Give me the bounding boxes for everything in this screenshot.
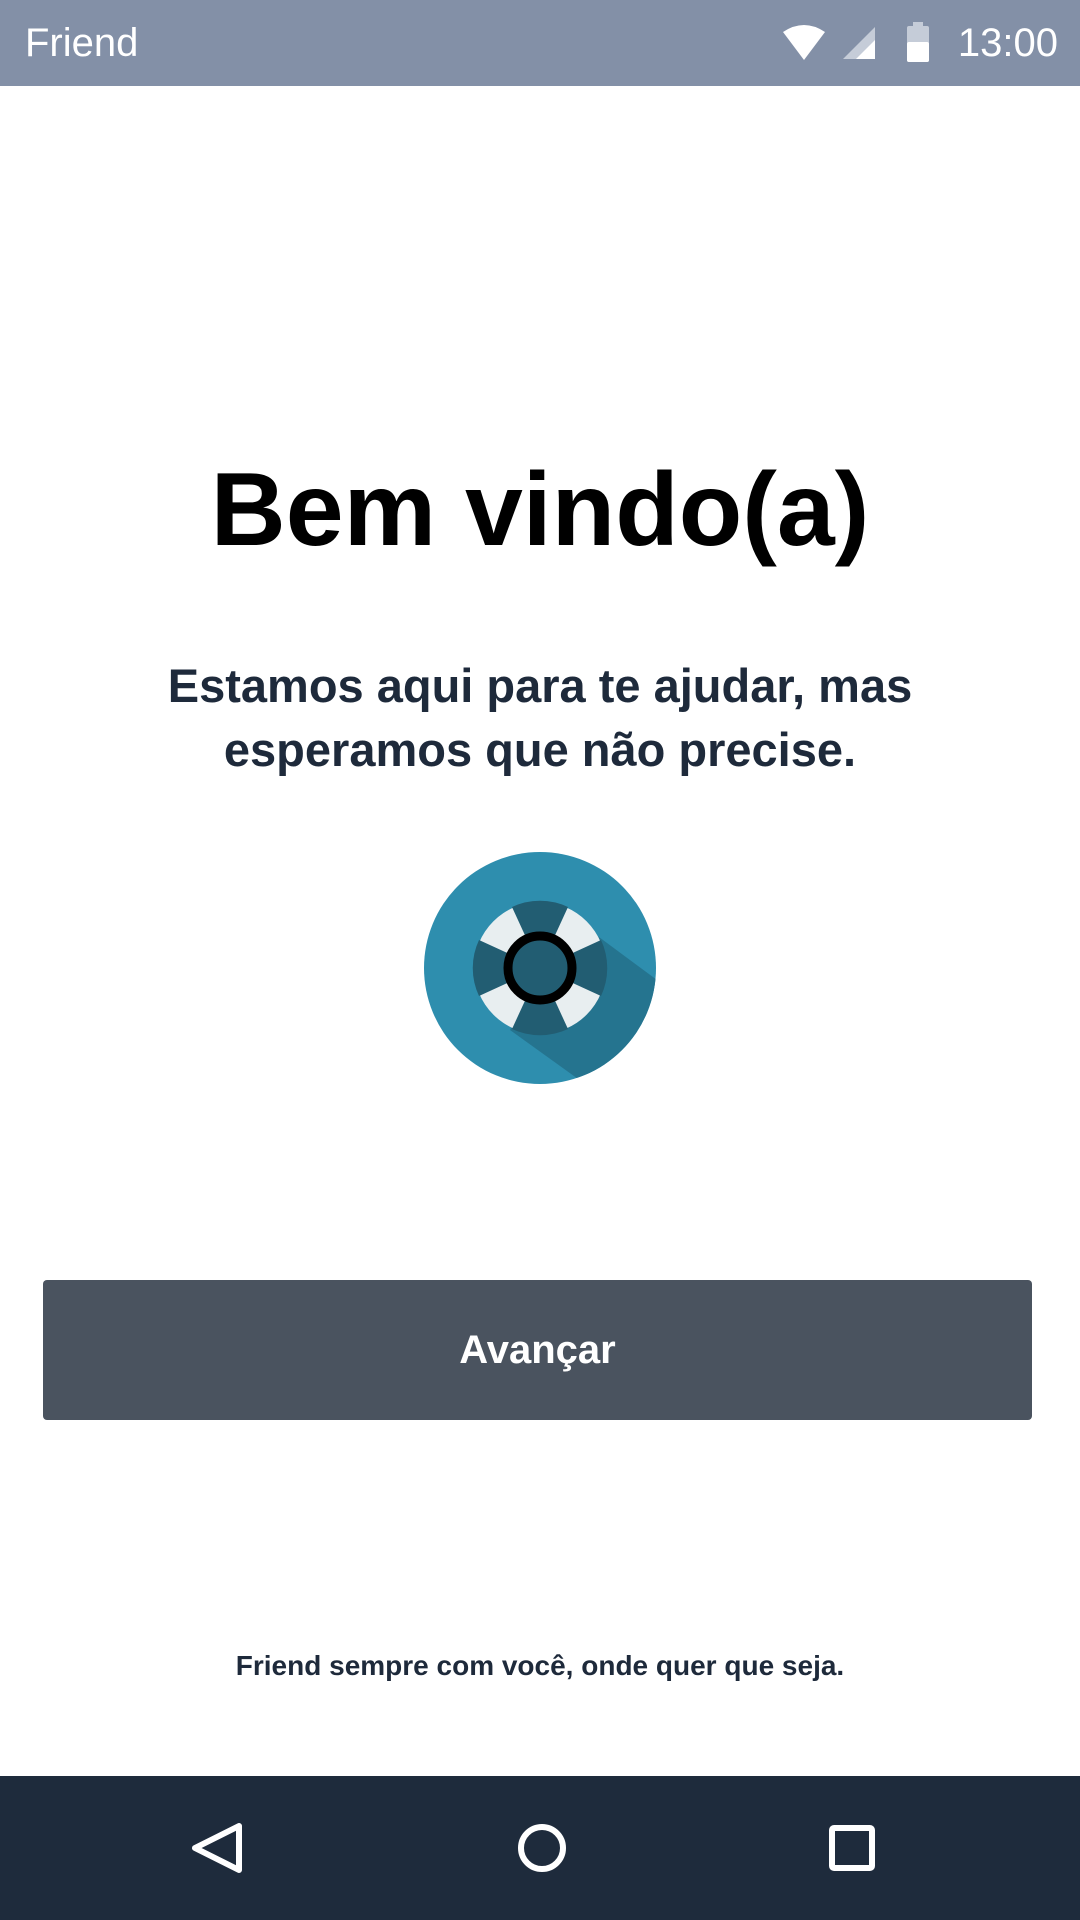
welcome-subtitle: Estamos aqui para te ajudar, mas esperam… [167,659,913,776]
status-app-name: Friend [25,21,139,65]
navigation-bar [0,1776,1080,1920]
back-icon[interactable] [167,1798,267,1898]
status-time: 13:00 [957,21,1058,65]
wifi-icon [783,25,825,60]
welcome-screen: Bem vindo(a) Estamos aqui para te ajudar… [0,86,1080,1776]
recents-icon[interactable] [802,1798,902,1898]
footer-tagline: Friend sempre com você, onde quer que se… [235,1650,845,1681]
battery-icon [907,22,929,62]
lifebuoy-icon [424,852,656,1084]
signal-icon [843,27,875,59]
welcome-title: Bem vindo(a) [210,452,870,568]
status-bar: Friend 13:00 [0,0,1080,86]
home-icon[interactable] [492,1798,592,1898]
advance-button[interactable]: Avançar [43,1280,1032,1420]
